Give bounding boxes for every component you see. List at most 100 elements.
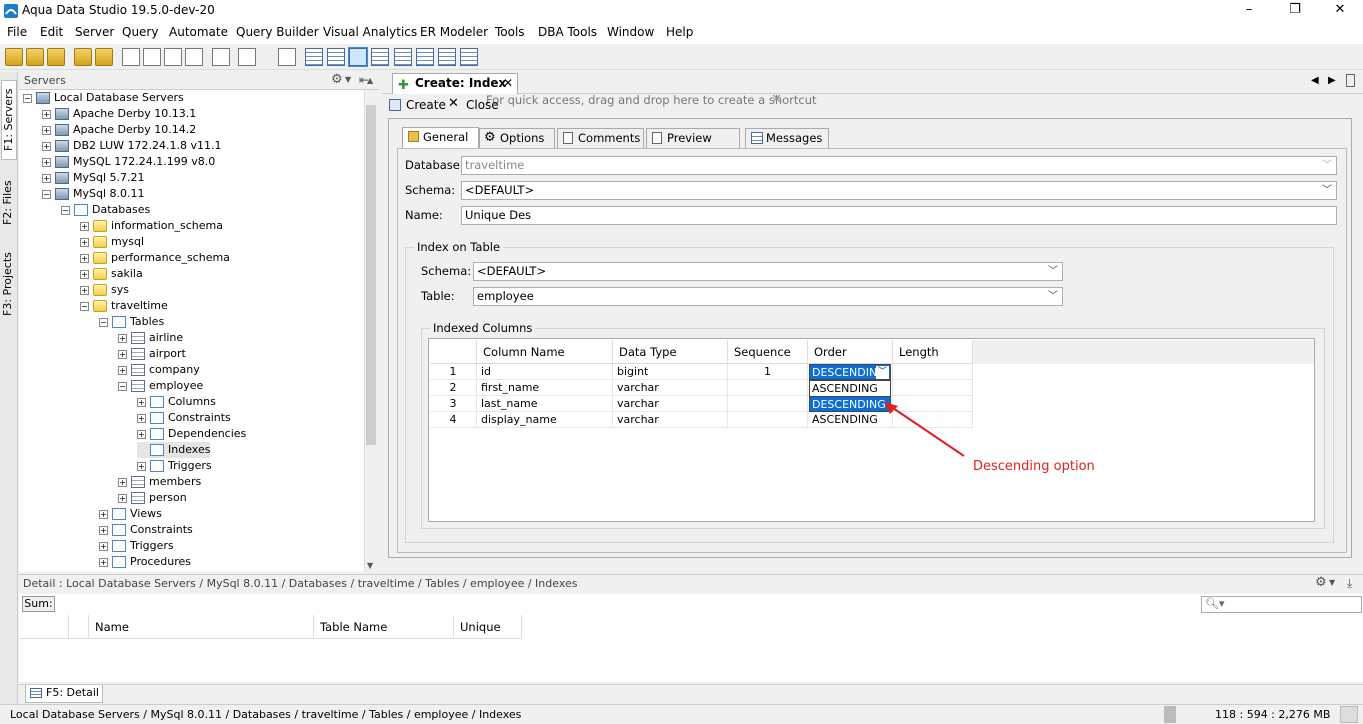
edit-script-icon[interactable] [95, 48, 113, 66]
tree-node[interactable]: − Local Database Servers [23, 90, 184, 106]
subtab-preview-sql[interactable]: Preview SQL [646, 128, 740, 163]
query-analyzer-icon[interactable] [143, 48, 161, 66]
expand-icon[interactable]: + [42, 125, 51, 135]
subtab-messages[interactable]: Messages [745, 128, 829, 148]
tree-node[interactable]: + Apache Derby 10.13.1 [42, 106, 196, 122]
collapse-icon[interactable]: − [118, 381, 127, 391]
tab-projects[interactable]: F3: Projects [1, 246, 17, 322]
expand-icon[interactable]: + [118, 493, 127, 503]
tree-node[interactable]: + Triggers [99, 538, 174, 554]
expand-icon[interactable]: + [118, 349, 127, 359]
tree-node[interactable]: + members [118, 474, 201, 490]
menu-window[interactable]: Window [607, 25, 654, 39]
tree-node[interactable]: + MySql 5.7.21 [42, 170, 145, 186]
grid-cell-column-name[interactable]: id [477, 364, 613, 380]
grid-cell-length[interactable] [893, 364, 973, 380]
menu-query[interactable]: Query [122, 25, 158, 39]
grid-cell-length[interactable] [893, 380, 973, 396]
tree-node[interactable]: − traveltime [80, 298, 168, 314]
expand-icon[interactable]: + [80, 221, 89, 231]
sum-button[interactable]: Sum: [22, 596, 55, 612]
gc-button[interactable] [1340, 706, 1358, 723]
menu-dba-tools[interactable]: DBA Tools [538, 25, 597, 39]
new-file-icon[interactable] [238, 48, 256, 66]
tree-node[interactable]: + DB2 LUW 172.24.1.8 v11.1 [42, 138, 222, 154]
menu-edit[interactable]: Edit [40, 25, 63, 39]
history-icon[interactable] [278, 48, 296, 66]
collapse-icon[interactable]: − [80, 301, 89, 311]
expand-icon[interactable]: + [80, 285, 89, 295]
menu-visual-analytics[interactable]: Visual Analytics [323, 25, 417, 39]
schema-select[interactable]: <DEFAULT> ﹀ [461, 181, 1337, 200]
expand-icon[interactable]: + [42, 157, 51, 167]
grid-cell-rownum[interactable]: 4 [430, 412, 477, 428]
query-window-icon[interactable] [122, 48, 140, 66]
expand-icon[interactable]: + [137, 413, 146, 423]
menu-server[interactable]: Server [75, 25, 114, 39]
connect-icon[interactable] [47, 48, 65, 66]
table-select[interactable]: employee ﹀ [473, 287, 1063, 306]
detail-header-unique[interactable]: Unique [454, 615, 522, 639]
grid-cell-data-type[interactable]: bigint [613, 364, 728, 380]
detail-header-table-name[interactable]: Table Name [314, 615, 454, 639]
grid-cell-rownum[interactable]: 2 [430, 380, 477, 396]
expand-icon[interactable]: + [99, 541, 108, 551]
grid-header-data-type[interactable]: Data Type [613, 340, 728, 364]
chevron-down-icon[interactable]: ﹀ [1048, 288, 1058, 305]
new-server-icon[interactable] [5, 48, 23, 66]
detail-gear-icon[interactable]: ⚙ [1315, 575, 1327, 590]
gear-icon[interactable]: ⚙ [331, 72, 343, 87]
minimize-detail-icon[interactable]: ⤓ [1347, 576, 1352, 591]
name-input[interactable]: Unique Des [461, 206, 1337, 225]
chevron-down-icon[interactable]: ﹀ [1322, 182, 1332, 199]
schema-browser-icon[interactable] [185, 48, 203, 66]
detail-search-input[interactable]: 🔍︎▾ [1201, 596, 1362, 613]
expand-icon[interactable]: + [137, 397, 146, 407]
compare-icon[interactable] [164, 48, 182, 66]
menu-query-builder[interactable]: Query Builder [236, 25, 319, 39]
close-icon[interactable]: ✕ [448, 96, 459, 111]
tree-node[interactable]: + Triggers [137, 458, 212, 474]
tab-scroll-right-icon[interactable]: ▶ [1328, 75, 1336, 86]
expand-icon[interactable]: + [42, 141, 51, 151]
grid-cell-rownum[interactable]: 3 [430, 396, 477, 412]
server-tree[interactable]: − Local Database Servers + Apache Derby 10.… [19, 90, 364, 572]
expand-icon[interactable]: + [80, 269, 89, 279]
tree-node[interactable]: + Constraints [99, 522, 193, 538]
subtab-options[interactable]: ⚙ Options [479, 128, 555, 148]
tree-node[interactable]: + information_schema [80, 218, 223, 234]
collapse-icon[interactable]: − [42, 189, 51, 199]
expand-icon[interactable]: + [80, 253, 89, 263]
save-icon[interactable] [389, 99, 401, 111]
tree-node[interactable]: − Tables [99, 314, 164, 330]
close-button[interactable]: Close [466, 98, 499, 112]
scroll-down-icon[interactable]: ▼ [367, 561, 373, 570]
grid-cell-sequence[interactable] [728, 412, 808, 428]
tree-node[interactable]: + Procedures [99, 554, 191, 570]
layout-details-icon[interactable] [460, 48, 478, 66]
close-window-button[interactable]: ✕ [1317, 0, 1363, 22]
expand-icon[interactable]: + [42, 109, 51, 119]
indexed-columns-grid[interactable]: Column Name Data Type Sequence Order Len… [428, 338, 1315, 522]
layout-columns-icon[interactable] [438, 48, 456, 66]
close-tab-icon[interactable]: ✕ [503, 74, 513, 93]
grid-header-sequence[interactable]: Sequence [728, 340, 808, 364]
grid-cell-column-name[interactable]: last_name [477, 396, 613, 412]
menu-help[interactable]: Help [666, 25, 693, 39]
grid-cell-sequence[interactable] [728, 380, 808, 396]
tree-node[interactable]: − MySql 8.0.11 [42, 186, 145, 202]
tree-node[interactable]: − employee [118, 378, 203, 394]
expand-icon[interactable]: + [80, 237, 89, 247]
grid-cell-data-type[interactable]: varchar [613, 412, 728, 428]
expand-icon[interactable]: + [99, 557, 108, 567]
collapse-icon[interactable]: − [99, 317, 108, 327]
chevron-down-icon[interactable]: ﹀ [1048, 263, 1058, 280]
grid-cell-column-name[interactable]: display_name [477, 412, 613, 428]
expand-icon[interactable]: + [137, 461, 146, 471]
tree-node[interactable]: + sakila [80, 266, 143, 282]
expand-icon[interactable]: + [99, 525, 108, 535]
grid-cell-rownum[interactable]: 1 [430, 364, 477, 380]
create-button[interactable]: Create [406, 98, 446, 112]
menu-er-modeler[interactable]: ER Modeler [420, 25, 488, 39]
tree-node[interactable]: + airport [118, 346, 186, 362]
